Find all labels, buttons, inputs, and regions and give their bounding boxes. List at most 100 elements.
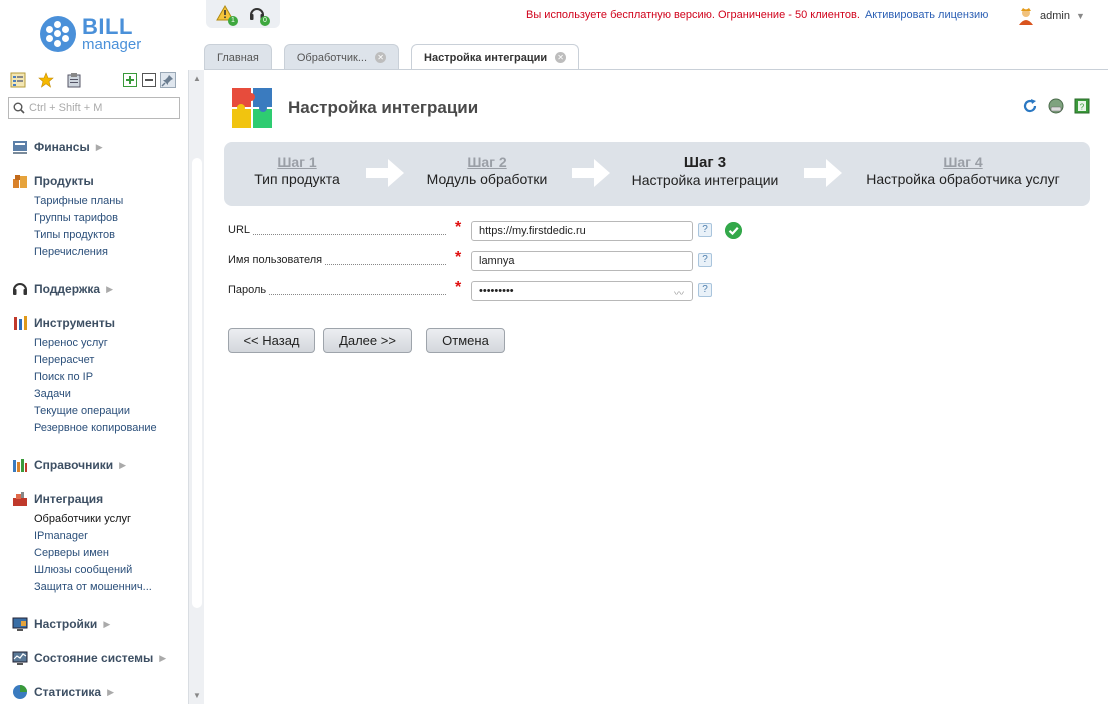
- tab-home[interactable]: Главная: [204, 44, 272, 70]
- wizard-step-4[interactable]: Шаг 4 Настройка обработчика услуг: [860, 154, 1066, 187]
- star-icon[interactable]: [38, 72, 54, 88]
- sidebar-section-products[interactable]: Продукты: [12, 173, 94, 189]
- sidebar-item-fraud-protection[interactable]: Защита от мошеннич...: [34, 581, 152, 593]
- sidebar-section-integration[interactable]: Интеграция: [12, 491, 103, 507]
- chevron-right-icon: ▶: [106, 283, 113, 294]
- wizard-step-label: Тип продукта: [254, 171, 340, 187]
- sidebar-item-backup[interactable]: Резервное копирование: [34, 422, 157, 434]
- cancel-button[interactable]: Отмена: [426, 328, 505, 353]
- username-label: Имя пользователя: [228, 254, 326, 266]
- close-tab-icon[interactable]: ✕: [555, 52, 567, 63]
- required-marker: *: [455, 279, 462, 296]
- sidebar-section-label: Инструменты: [34, 316, 116, 330]
- chevron-right-icon: ▶: [159, 652, 167, 663]
- tree-view-icon[interactable]: [10, 72, 26, 88]
- next-button[interactable]: Далее >>: [323, 328, 412, 353]
- wizard-step-number[interactable]: Шаг 1: [254, 154, 340, 170]
- sidebar-section-label: Состояние системы: [34, 651, 154, 665]
- sidebar-item-service-handlers[interactable]: Обработчики услуг: [34, 513, 131, 525]
- help-icon[interactable]: ?: [698, 253, 712, 267]
- wizard-step-2[interactable]: Шаг 2 Модуль обработки: [424, 154, 550, 187]
- sidebar-item-message-gateways[interactable]: Шлюзы сообщений: [34, 564, 132, 576]
- sidebar-section-references[interactable]: Справочники ▶: [12, 457, 126, 473]
- integration-icon: [13, 492, 27, 506]
- user-avatar-icon: [1019, 8, 1033, 25]
- sidebar-item-recalculation[interactable]: Перерасчет: [34, 354, 94, 366]
- collapse-all-icon[interactable]: [141, 72, 157, 88]
- user-menu[interactable]: admin ▼: [1018, 6, 1085, 26]
- help-icon[interactable]: ?: [698, 223, 712, 237]
- menu-search-input[interactable]: [29, 102, 179, 114]
- help-book-icon[interactable]: ?: [1074, 98, 1090, 114]
- tab-label: Главная: [217, 51, 259, 64]
- sidebar-item-tasks[interactable]: Задачи: [34, 388, 71, 400]
- tools-icon: [14, 316, 27, 330]
- password-label: Пароль: [228, 284, 270, 296]
- arrow-right-icon: [366, 159, 404, 187]
- sidebar-item-tariff-groups[interactable]: Группы тарифов: [34, 212, 118, 224]
- support-notification[interactable]: 0: [248, 4, 270, 26]
- sidebar-section-finance[interactable]: Финансы ▶: [12, 139, 103, 155]
- chevron-right-icon: ▶: [103, 618, 111, 629]
- finance-icon: [13, 141, 27, 154]
- sidebar-item-current-operations[interactable]: Текущие операции: [34, 405, 130, 417]
- wizard-step-label: Настройка интеграции: [631, 172, 779, 188]
- scrollbar-thumb[interactable]: [192, 158, 202, 608]
- sidebar-section-system-status[interactable]: Состояние системы ▶: [12, 650, 166, 666]
- tab-label: Настройка интеграции: [424, 51, 548, 64]
- wizard-step-number[interactable]: Шаг 2: [424, 154, 550, 170]
- refresh-icon[interactable]: [1022, 98, 1038, 114]
- sidebar-section-tools[interactable]: Инструменты: [12, 315, 115, 331]
- sidebar-item-enumerations[interactable]: Перечисления: [34, 246, 108, 258]
- menu-search[interactable]: [8, 97, 180, 119]
- check-ok-icon: [725, 222, 742, 239]
- clipboard-icon[interactable]: [66, 72, 82, 88]
- url-field[interactable]: [471, 221, 693, 241]
- sidebar-section-support[interactable]: Поддержка ▶: [12, 281, 113, 297]
- form-row-url: URL * ?: [228, 219, 748, 241]
- statistics-pie-icon: [13, 685, 27, 699]
- help-icon[interactable]: ?: [698, 283, 712, 297]
- top-bar: BILL manager 1 0 Вы используете бесплатн…: [0, 0, 1108, 70]
- back-button[interactable]: << Назад: [228, 328, 315, 353]
- wizard-step-number[interactable]: Шаг 4: [860, 154, 1066, 170]
- pin-icon[interactable]: [160, 72, 176, 88]
- wizard-step-label: Модуль обработки: [426, 171, 548, 187]
- billmanager-logo[interactable]: BILL manager: [38, 12, 158, 56]
- username-field[interactable]: [471, 251, 693, 271]
- main-content: Настройка интеграции ? Шаг 1 Тип продукт…: [204, 70, 1108, 704]
- web-link-icon[interactable]: [1048, 98, 1064, 114]
- scroll-down-icon[interactable]: ▼: [193, 691, 201, 700]
- alerts-notification[interactable]: 1: [216, 4, 238, 26]
- sidebar-item-ipmanager[interactable]: IPmanager: [34, 530, 88, 542]
- required-marker: *: [455, 219, 462, 236]
- wizard-steps: Шаг 1 Тип продукта Шаг 2 Модуль обработк…: [224, 142, 1090, 206]
- sidebar-item-product-types[interactable]: Типы продуктов: [34, 229, 115, 241]
- sidebar-item-tariff-plans[interactable]: Тарифные планы: [34, 195, 123, 207]
- password-field[interactable]: [471, 281, 693, 301]
- sidebar-item-service-transfer[interactable]: Перенос услуг: [34, 337, 108, 349]
- logo-manager-text: manager: [82, 36, 142, 53]
- chevron-right-icon: ▶: [119, 459, 127, 470]
- tab-integration-settings[interactable]: Настройка интеграции ✕: [411, 44, 580, 70]
- sidebar-item-name-servers[interactable]: Серверы имен: [34, 547, 109, 559]
- close-tab-icon[interactable]: ✕: [375, 52, 387, 63]
- sidebar-section-settings[interactable]: Настройки ▶: [12, 616, 110, 632]
- alerts-count-badge: 1: [228, 16, 238, 26]
- scroll-up-icon[interactable]: ▲: [193, 74, 201, 83]
- wizard-step-1[interactable]: Шаг 1 Тип продукта: [254, 154, 340, 187]
- show-password-icon[interactable]: 〰: [674, 285, 684, 300]
- svg-text:?: ?: [1080, 103, 1085, 112]
- chevron-right-icon: ▶: [95, 141, 103, 152]
- references-icon: [13, 459, 27, 472]
- sidebar-section-label: Настройки: [34, 617, 98, 631]
- sidebar-scrollbar[interactable]: ▲ ▼: [188, 70, 204, 704]
- sidebar-section-statistics[interactable]: Статистика ▶: [12, 684, 114, 700]
- label-leader: [228, 234, 446, 235]
- activate-license-link[interactable]: Активировать лицензию: [865, 9, 988, 21]
- expand-all-icon[interactable]: [122, 72, 138, 88]
- tab-service-handlers[interactable]: Обработчик... ✕: [283, 44, 400, 70]
- arrow-right-icon: [804, 159, 842, 187]
- settings-monitor-icon: [12, 617, 28, 631]
- sidebar-item-ip-search[interactable]: Поиск по IP: [34, 371, 93, 383]
